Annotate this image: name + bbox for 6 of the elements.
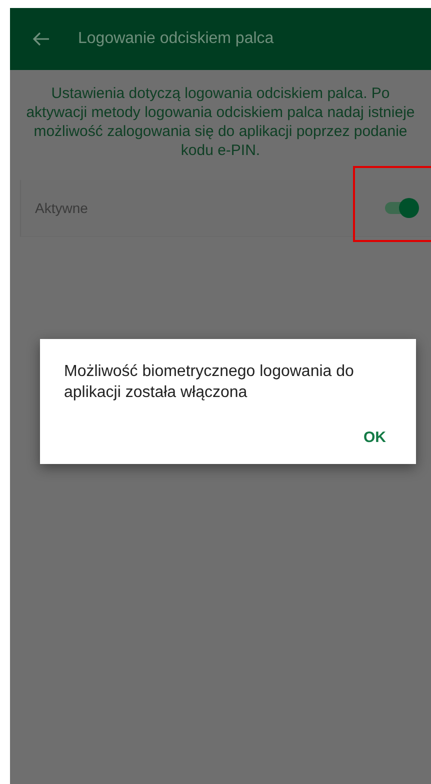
dialog-message: Możliwość biometrycznego logowania do aplikacji została włączona — [64, 362, 355, 403]
ok-button[interactable]: OK — [358, 425, 392, 450]
toggle-switch[interactable] — [383, 198, 419, 218]
description-text: Ustawienia dotyczą logowania odciskiem palca. Po aktywacji metody logowania odciskiem palca nadaj istnieje możliwość zalogowania się do aplikacji poprzez podanie kodu e-PIN. — [25, 84, 416, 160]
screen-title: Logowanie odciskiem palca — [78, 30, 274, 48]
back-arrow-icon[interactable] — [32, 32, 50, 46]
